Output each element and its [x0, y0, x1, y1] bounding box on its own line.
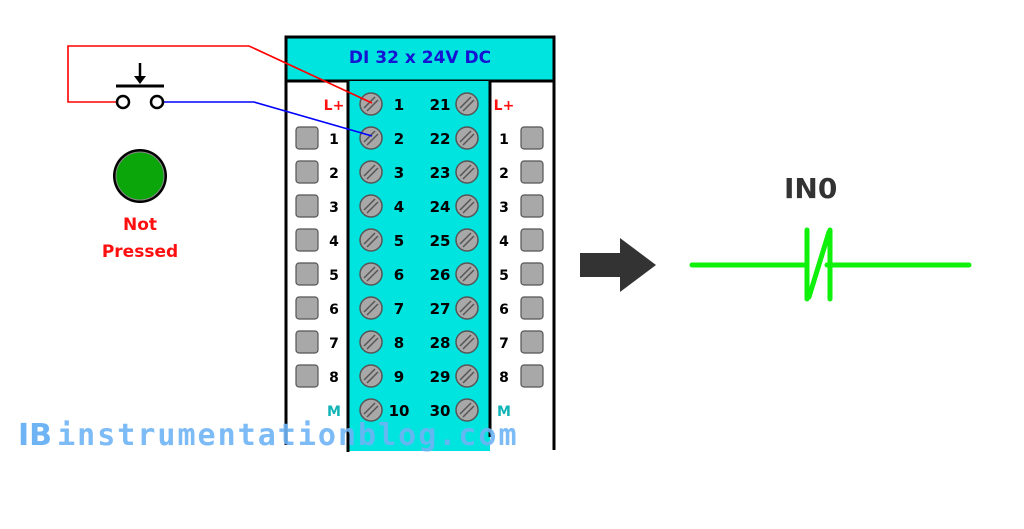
channel-led-right: [520, 296, 544, 320]
channel-label-left: L+: [324, 98, 345, 114]
watermark: IB instrumentationblog.com: [18, 418, 519, 453]
terminal-number-left: 3: [394, 164, 404, 182]
terminal-screw-left: [359, 194, 383, 218]
status-line-1: Not: [122, 215, 158, 235]
terminal-number-right: 27: [430, 300, 451, 318]
channel-led-right: [520, 262, 544, 286]
terminal-screw-right: [455, 194, 479, 218]
terminal-screw-left: [359, 330, 383, 354]
terminal-number-right: 21: [430, 96, 451, 114]
channel-label-left: 2: [329, 166, 339, 182]
ladder-contact-label: IN0: [784, 172, 838, 205]
terminal-number-left: 1: [394, 96, 404, 114]
terminal-screw-right: [455, 92, 479, 116]
terminal-screw-left: [359, 364, 383, 388]
terminal-screw-right: [455, 126, 479, 150]
channel-label-right: 6: [499, 302, 509, 318]
channel-led-right: [520, 364, 544, 388]
terminal-screw-left: [359, 92, 383, 116]
terminal-screw-right: [455, 330, 479, 354]
terminal-number-left: 6: [394, 266, 404, 284]
channel-led-left: [295, 160, 319, 184]
terminal-screw-right: [455, 160, 479, 184]
channel-led-left: [295, 126, 319, 150]
switch-status-label: Not Pressed: [80, 212, 200, 266]
channel-label-left: 7: [329, 336, 339, 352]
terminal-number-left: 5: [394, 232, 404, 250]
channel-label-right: 2: [499, 166, 509, 182]
terminal-number-right: 25: [430, 232, 451, 250]
channel-label-right: 5: [499, 268, 509, 284]
terminal-screw-right: [455, 364, 479, 388]
status-indicator-lamp: [113, 149, 167, 203]
terminal-number-right: 24: [430, 198, 451, 216]
terminal-number-left: 2: [394, 130, 404, 148]
channel-label-right: 7: [499, 336, 509, 352]
terminal-number-right: 28: [430, 334, 451, 352]
terminal-number-right: 22: [430, 130, 451, 148]
channel-label-right: 4: [499, 234, 509, 250]
channel-label-right: 3: [499, 200, 509, 216]
channel-label-left: 8: [329, 370, 339, 386]
channel-label-right: L+: [494, 98, 515, 114]
terminal-number-right: 26: [430, 266, 451, 284]
terminal-screw-left: [359, 262, 383, 286]
channel-led-left: [295, 330, 319, 354]
terminal-number-left: 8: [394, 334, 404, 352]
terminal-screw-right: [455, 228, 479, 252]
channel-led-left: [295, 262, 319, 286]
terminal-number-left: 7: [394, 300, 404, 318]
channel-label-right: 1: [499, 132, 509, 148]
channel-led-right: [520, 126, 544, 150]
channel-led-right: [520, 228, 544, 252]
terminal-number-left: 4: [394, 198, 404, 216]
channel-label-left: 6: [329, 302, 339, 318]
terminal-screw-left: [359, 296, 383, 320]
terminal-screw-left: [359, 126, 383, 150]
channel-label-left: 4: [329, 234, 339, 250]
channel-led-right: [520, 330, 544, 354]
io-module: 1 21L+ L+2 221 13 232 24 243 35 254 46 265 57 276 68 28…: [284, 35, 556, 452]
channel-led-left: [295, 228, 319, 252]
terminal-number-left: 9: [394, 368, 404, 386]
channel-led-left: [295, 296, 319, 320]
terminal-number-right: 29: [430, 368, 451, 386]
ladder-nc-contact: [689, 227, 972, 302]
status-line-2: Pressed: [101, 242, 179, 262]
watermark-logo: IB: [18, 418, 53, 453]
channel-led-right: [520, 194, 544, 218]
channel-led-left: [295, 194, 319, 218]
channel-label-left: 1: [329, 132, 339, 148]
channel-label-right: 8: [499, 370, 509, 386]
channel-led-right: [520, 160, 544, 184]
right-arrow-icon: [580, 238, 656, 292]
channel-label-left: 3: [329, 200, 339, 216]
watermark-text: instrumentationblog.com: [57, 418, 519, 453]
channel-led-left: [295, 364, 319, 388]
terminal-screw-left: [359, 160, 383, 184]
terminal-screw-right: [455, 296, 479, 320]
module-title: DI 32 x 24V DC: [348, 48, 492, 68]
channel-label-left: 5: [329, 268, 339, 284]
terminal-number-right: 23: [430, 164, 451, 182]
terminal-screw-left: [359, 228, 383, 252]
terminal-screw-right: [455, 262, 479, 286]
pushbutton-switch[interactable]: [115, 63, 165, 110]
